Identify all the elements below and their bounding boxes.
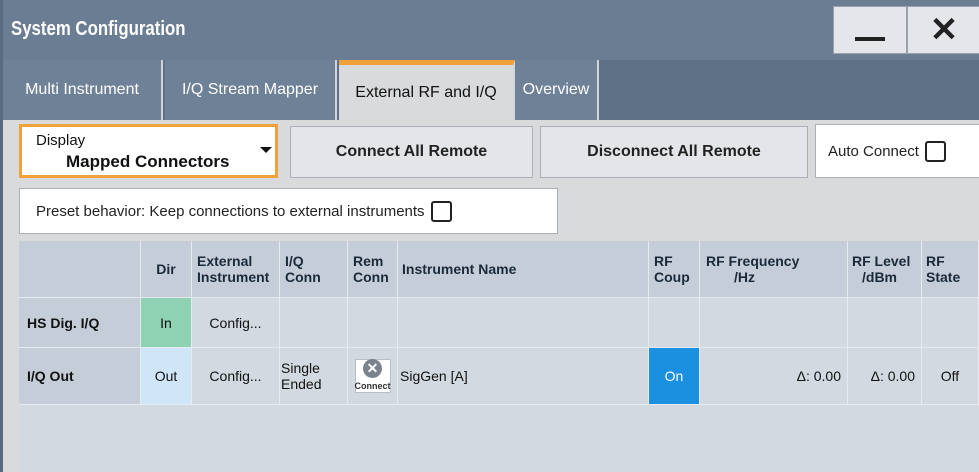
header-rf-frequency-line1: RF Frequency <box>706 253 800 269</box>
preset-behavior-checkbox[interactable] <box>430 200 452 222</box>
config-cell[interactable]: Config... <box>192 298 280 348</box>
rf-state-cell[interactable]: Off <box>922 348 979 405</box>
iq-conn-line1: Single <box>281 360 320 376</box>
header-rf-frequency-line2: /Hz <box>734 269 755 285</box>
header-rf-coup-line1: RF <box>654 253 673 269</box>
close-button[interactable]: ✕ <box>907 6 979 54</box>
display-value: Mapped Connectors <box>66 152 230 171</box>
header-iq-conn-line2: Conn <box>285 269 321 285</box>
auto-connect-control: Auto Connect <box>815 124 979 178</box>
header-external-instrument-line1: External <box>197 253 253 269</box>
tab-multi-instrument[interactable]: Multi Instrument <box>3 60 163 120</box>
row-label-iq-out: I/Q Out <box>19 348 141 405</box>
header-rf-coup: RF Coup <box>649 241 700 298</box>
rf-frequency-cell <box>700 298 848 348</box>
preset-behavior-label: Preset behavior: Keep connections to ext… <box>36 202 425 220</box>
rem-conn-cell: ✕ Connect <box>348 348 398 405</box>
header-blank <box>19 241 141 298</box>
minimize-button[interactable] <box>833 6 907 54</box>
connection-table: Dir External Instrument I/Q Conn Rem Con… <box>19 241 979 472</box>
rf-coupling-toggle[interactable]: On <box>649 348 700 405</box>
system-configuration-window: System Configuration ✕ Multi Instrument … <box>0 0 979 472</box>
display-label: Display <box>36 132 86 149</box>
iq-conn-cell[interactable]: Single Ended <box>280 348 348 405</box>
header-instrument-name: Instrument Name <box>398 241 649 298</box>
header-rf-coup-line2: Coup <box>654 269 690 285</box>
header-rf-frequency: RF Frequency /Hz <box>700 241 848 298</box>
title-bar: System Configuration ✕ <box>3 0 979 60</box>
row-label-hs-dig-iq: HS Dig. I/Q <box>19 298 141 348</box>
instrument-name-cell <box>398 298 649 348</box>
tab-overview[interactable]: Overview <box>515 60 599 120</box>
auto-connect-checkbox[interactable] <box>924 140 946 162</box>
config-cell[interactable]: Config... <box>192 348 280 405</box>
preset-behavior-control: Preset behavior: Keep connections to ext… <box>19 188 558 234</box>
dir-out-cell[interactable]: Out <box>141 348 192 405</box>
header-rf-state: RF State <box>922 241 979 298</box>
dir-in-cell[interactable]: In <box>141 298 192 348</box>
header-rf-level: RF Level /dBm <box>848 241 922 298</box>
connect-button-label: Connect <box>354 380 391 391</box>
header-rem-conn-line1: Rem <box>353 253 384 269</box>
window-title: System Configuration <box>11 18 186 40</box>
tab-external-rf-and-iq[interactable]: External RF and I/Q <box>339 60 515 120</box>
header-rf-level-line2: /dBm <box>862 269 897 285</box>
rf-coup-cell <box>649 298 700 348</box>
auto-connect-label: Auto Connect <box>828 142 919 160</box>
header-rem-conn: Rem Conn <box>348 241 398 298</box>
header-rf-state-line2: State <box>926 269 961 285</box>
table-empty-area <box>19 405 979 472</box>
disconnected-x-icon: ✕ <box>363 358 382 378</box>
rf-frequency-cell[interactable]: Δ: 0.00 <box>700 348 848 405</box>
minimize-icon <box>855 37 885 41</box>
header-iq-conn: I/Q Conn <box>280 241 348 298</box>
connect-all-remote-button[interactable]: Connect All Remote <box>290 126 533 178</box>
rem-conn-cell <box>348 298 398 348</box>
connect-button[interactable]: ✕ Connect <box>354 358 391 393</box>
header-rf-state-line1: RF <box>926 253 945 269</box>
display-dropdown[interactable]: Display Mapped Connectors <box>19 124 278 178</box>
iq-conn-line2: Ended <box>281 376 322 392</box>
header-iq-conn-line1: I/Q <box>285 253 304 269</box>
dropdown-caret-icon <box>260 147 272 153</box>
header-dir: Dir <box>141 241 192 298</box>
instrument-name-cell[interactable]: SigGen [A] <box>398 348 649 405</box>
header-external-instrument: External Instrument <box>192 241 280 298</box>
header-rem-conn-line2: Conn <box>353 269 389 285</box>
rf-level-cell[interactable]: Δ: 0.00 <box>848 348 922 405</box>
tab-bar: Multi Instrument I/Q Stream Mapper Exter… <box>3 60 979 120</box>
rf-state-cell <box>922 298 979 348</box>
iq-conn-cell <box>280 298 348 348</box>
header-rf-level-line1: RF Level <box>852 253 911 269</box>
rf-level-cell <box>848 298 922 348</box>
tab-iq-stream-mapper[interactable]: I/Q Stream Mapper <box>165 60 337 120</box>
header-external-instrument-line2: Instrument <box>197 269 270 285</box>
disconnect-all-remote-button[interactable]: Disconnect All Remote <box>540 126 808 178</box>
close-icon: ✕ <box>929 11 959 49</box>
